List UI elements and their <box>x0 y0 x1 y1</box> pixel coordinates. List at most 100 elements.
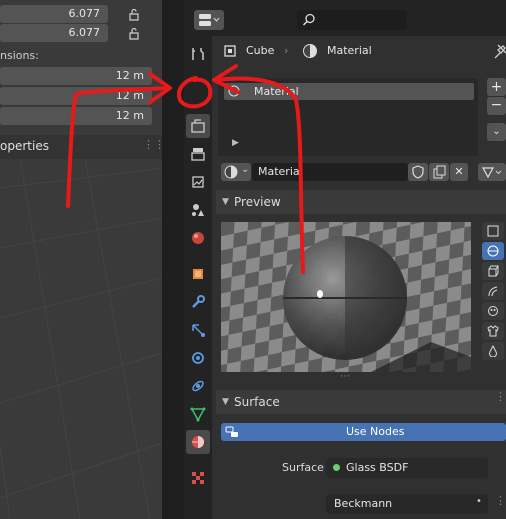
panel-collapse-icon: ▼ <box>222 197 229 207</box>
dimension-z-field[interactable]: 12 m <box>0 107 152 125</box>
preview-cube-button[interactable] <box>482 262 504 280</box>
pin-icon[interactable] <box>494 43 506 59</box>
use-nodes-label: Use Nodes <box>346 425 405 438</box>
object-cube-icon <box>222 43 238 59</box>
editor-header <box>184 0 506 36</box>
new-material-button[interactable] <box>429 163 449 181</box>
texture-icon <box>190 470 206 486</box>
slot-menu-button[interactable]: ⌄ <box>487 123 506 141</box>
resize-grip-icon[interactable]: ⋯ <box>340 371 350 382</box>
node-tree-icon <box>481 165 503 179</box>
sphere-icon <box>487 245 499 257</box>
unlink-material-button[interactable]: ✕ <box>450 163 468 181</box>
tab-object[interactable] <box>186 262 210 286</box>
tab-modifiers[interactable] <box>186 290 210 314</box>
lock-icon[interactable] <box>127 7 141 21</box>
list-item[interactable]: Material <box>224 83 474 100</box>
drag-handle-icon[interactable]: ⋮ <box>495 390 506 403</box>
preview-title: Preview <box>234 195 281 209</box>
close-icon: ✕ <box>454 165 464 178</box>
preview-render <box>221 222 471 372</box>
tab-physics[interactable] <box>186 346 210 370</box>
fake-user-button[interactable] <box>408 163 428 181</box>
breadcrumb-object: Cube <box>246 44 275 57</box>
preview-sphere-button[interactable] <box>482 242 504 260</box>
hair-icon <box>487 285 499 297</box>
preview-fluid-button[interactable] <box>482 342 504 360</box>
tab-scene[interactable] <box>186 198 210 222</box>
tab-world[interactable] <box>186 226 210 250</box>
browse-material-button[interactable]: ⌄ <box>221 163 251 181</box>
search-input[interactable] <box>297 10 407 30</box>
tab-data[interactable] <box>186 402 210 426</box>
add-slot-button[interactable]: + <box>487 78 506 96</box>
editor-type-button[interactable] <box>194 10 224 30</box>
monkey-icon <box>487 305 499 317</box>
search-icon <box>302 13 316 27</box>
breadcrumb: Cube › Material <box>218 40 506 62</box>
particles-icon <box>190 322 206 338</box>
surface-title: Surface <box>234 395 280 409</box>
dropdown-dot-icon: • <box>476 496 482 507</box>
distribution-dropdown[interactable]: Beckmann • <box>326 494 488 514</box>
material-preview-image <box>221 222 471 372</box>
expand-arrow-icon[interactable]: ▶ <box>232 138 239 148</box>
shirt-icon <box>487 325 499 337</box>
preview-panel-header[interactable]: ▼ Preview <box>216 190 506 214</box>
slot-name: Material <box>254 85 299 98</box>
properties-section-header[interactable]: operties ⋮⋮ <box>0 135 162 159</box>
use-nodes-button[interactable]: Use Nodes <box>221 423 506 441</box>
tab-particles[interactable] <box>186 318 210 342</box>
dimension-y-field[interactable]: 12 m <box>0 87 152 105</box>
transform-field[interactable]: 6.077 <box>0 24 108 42</box>
node-link-button[interactable] <box>478 163 506 181</box>
viewport-grid <box>0 158 162 519</box>
material-icon <box>190 434 206 450</box>
tab-tool[interactable] <box>186 42 210 66</box>
shield-icon <box>411 165 425 179</box>
breadcrumb-material: Material <box>327 44 372 57</box>
drag-handle-icon[interactable]: ⋮⋮ <box>143 138 162 151</box>
physics-icon <box>190 350 206 366</box>
tab-output[interactable] <box>186 142 210 166</box>
dimension-x-field[interactable]: 12 m <box>0 67 152 85</box>
breadcrumb-separator: › <box>284 44 289 57</box>
wrench-icon <box>190 294 206 310</box>
surface-panel-header[interactable]: ▼ Surface <box>216 390 506 414</box>
remove-slot-button[interactable]: − <box>487 97 506 115</box>
surface-shader-field[interactable]: Glass BSDF <box>326 458 488 478</box>
dimensions-label: nsions: <box>0 49 39 62</box>
tab-texture[interactable] <box>186 466 210 490</box>
material-slots-list: Material ▶ <box>218 78 478 156</box>
drag-handle-icon[interactable]: ⋮ <box>495 494 506 507</box>
lock-icon[interactable] <box>127 26 141 40</box>
chevron-down-icon: ⌄ <box>241 164 250 175</box>
area-divider[interactable] <box>162 0 184 519</box>
material-sphere-icon <box>302 43 318 59</box>
material-name-field[interactable]: Material <box>252 163 408 181</box>
cube-icon <box>487 265 499 277</box>
world-icon <box>190 230 206 246</box>
node-icon <box>225 425 239 439</box>
transform-field[interactable]: 6.077 <box>0 5 108 23</box>
tab-render[interactable] <box>186 114 210 138</box>
mesh-data-icon <box>190 406 206 422</box>
tab-material[interactable] <box>186 430 210 454</box>
material-name: Material <box>258 165 303 178</box>
duplicate-icon <box>432 165 446 179</box>
constraints-icon <box>190 378 206 394</box>
drop-icon <box>487 345 499 357</box>
preview-cloth-button[interactable] <box>482 322 504 340</box>
preview-hair-button[interactable] <box>482 282 504 300</box>
section-title: operties <box>0 139 49 153</box>
left-sidebar-panel: 6.077 6.077 nsions: 12 m 12 m 12 m opert… <box>0 0 162 519</box>
tool-icon <box>190 46 206 62</box>
panel-collapse-icon: ▼ <box>222 397 229 407</box>
material-slot-icon <box>228 85 240 97</box>
tab-view-layer[interactable] <box>186 170 210 194</box>
properties-tabs <box>184 36 212 519</box>
tab-constraints[interactable] <box>186 374 210 398</box>
render-icon <box>190 118 206 134</box>
preview-monkey-button[interactable] <box>482 302 504 320</box>
preview-flat-button[interactable] <box>482 222 504 240</box>
